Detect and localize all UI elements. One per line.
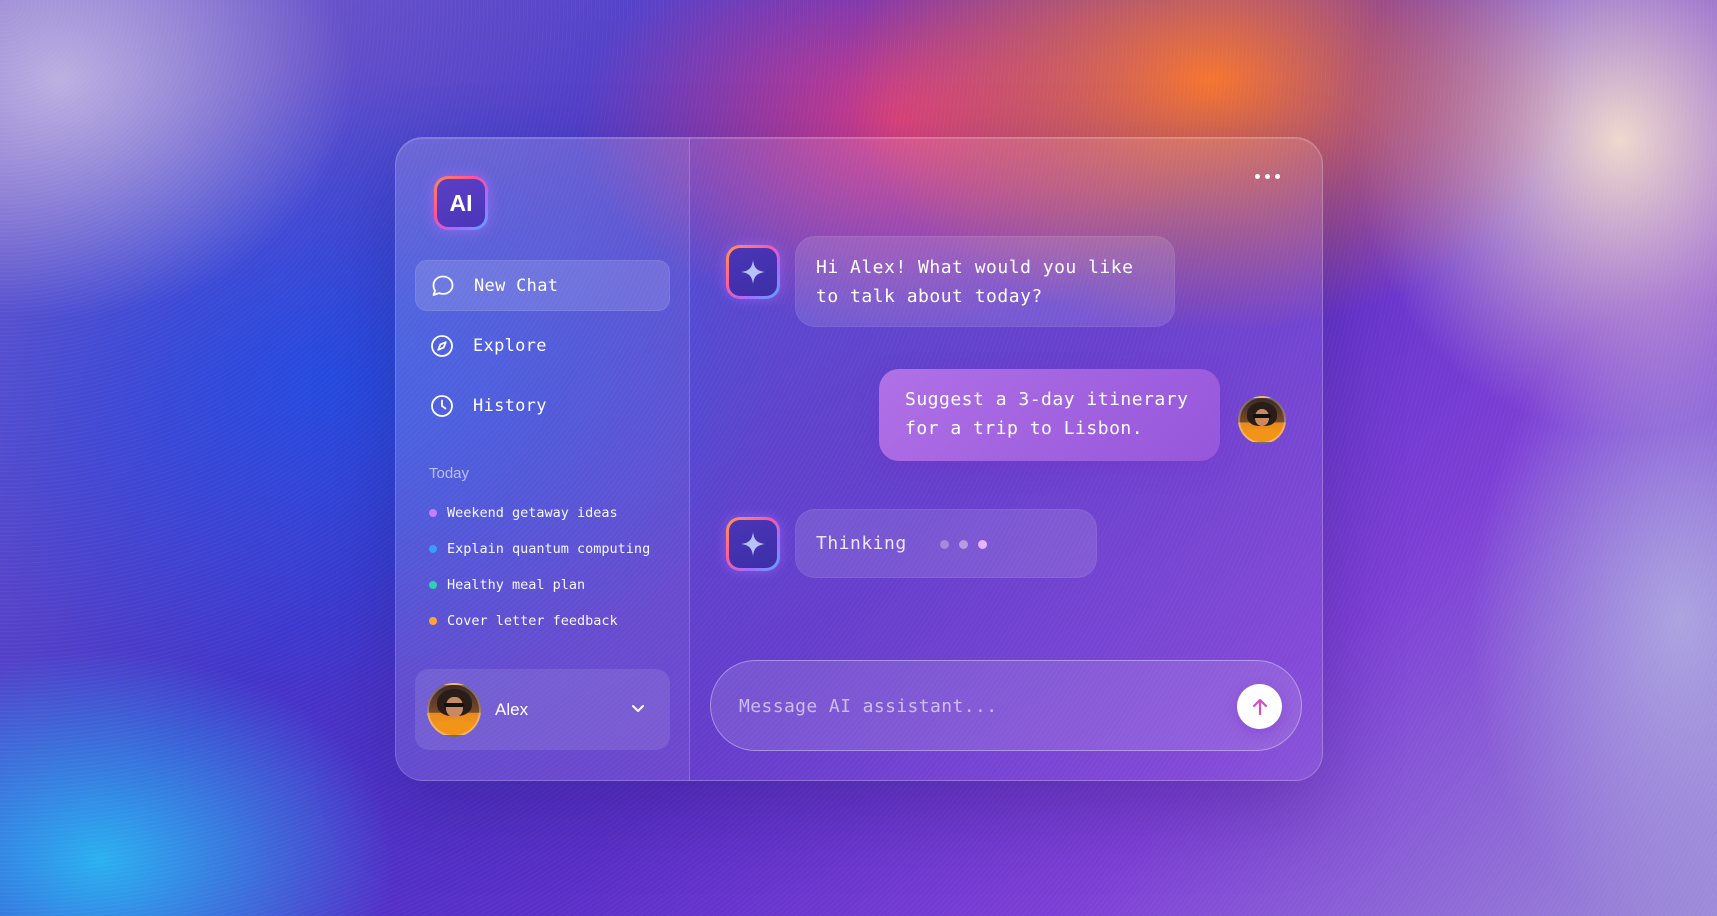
arrow-up-icon (1252, 698, 1267, 715)
compass-icon (429, 333, 455, 359)
nav-item-new-chat[interactable]: New Chat (415, 260, 670, 311)
message-line: for a trip to Lisbon. (905, 418, 1144, 439)
recent-chat-dot (429, 617, 437, 625)
user-profile-card[interactable]: Alex (415, 669, 670, 750)
thinking-status: Thinking (816, 533, 907, 554)
user-message-bubble: Suggest a 3-day itinerary for a trip to … (879, 369, 1220, 461)
recent-chat-dot (429, 581, 437, 589)
chat-bubble-icon (430, 273, 456, 299)
thinking-bubble: Thinking (795, 509, 1097, 578)
thinking-dots (940, 539, 988, 549)
recent-chat-dot (429, 509, 437, 517)
thinking-dot (940, 539, 950, 549)
app-logo[interactable]: AI (434, 176, 488, 230)
nav-label-explore: Explore (473, 335, 547, 356)
recent-chat-item[interactable]: Cover letter feedback (429, 603, 650, 639)
assistant-sparkle-icon (726, 517, 780, 571)
chevron-down-icon[interactable] (630, 700, 646, 716)
recent-chat-label: Explain quantum computing (447, 541, 651, 557)
user-name: Alex (495, 699, 529, 719)
section-title-today: Today (429, 465, 470, 482)
recent-chat-item[interactable]: Weekend getaway ideas (429, 495, 650, 531)
nav-item-explore[interactable]: Explore (415, 320, 670, 371)
message-line: Suggest a 3-day itinerary (905, 389, 1189, 410)
recent-chat-label: Weekend getaway ideas (447, 505, 618, 521)
nav-label-new-chat: New Chat (474, 275, 559, 296)
recent-chat-item[interactable]: Healthy meal plan (429, 567, 650, 603)
assistant-window: AI New Chat Explore History Today Weeken… (395, 137, 1323, 781)
thinking-dot (978, 539, 988, 549)
logo-text: AI (437, 179, 485, 227)
recent-chat-dot (429, 545, 437, 553)
send-button[interactable] (1237, 684, 1282, 729)
recent-chat-label: Cover letter feedback (447, 613, 618, 629)
recent-chat-item[interactable]: Explain quantum computing (429, 531, 650, 567)
clock-icon (429, 393, 455, 419)
avatar (1238, 396, 1286, 444)
sidebar-nav: New Chat Explore History (415, 260, 670, 440)
message-input[interactable] (737, 661, 1221, 752)
sidebar: AI New Chat Explore History Today Weeken… (396, 138, 690, 780)
nav-item-history[interactable]: History (415, 380, 670, 431)
assistant-sparkle-icon (726, 245, 780, 299)
thinking-dot (959, 539, 969, 549)
message-line: Hi Alex! What would you like (816, 257, 1134, 278)
chat-panel: Hi Alex! What would you like to talk abo… (689, 138, 1322, 780)
message-composer (710, 660, 1302, 752)
assistant-message-bubble: Hi Alex! What would you like to talk abo… (795, 236, 1175, 327)
avatar (427, 682, 481, 737)
more-options-icon[interactable] (1255, 174, 1280, 179)
recent-chat-label: Healthy meal plan (447, 577, 586, 593)
recent-chats-list: Weekend getaway ideas Explain quantum co… (429, 495, 650, 639)
nav-label-history: History (473, 395, 547, 416)
message-line: to talk about today? (816, 286, 1043, 307)
